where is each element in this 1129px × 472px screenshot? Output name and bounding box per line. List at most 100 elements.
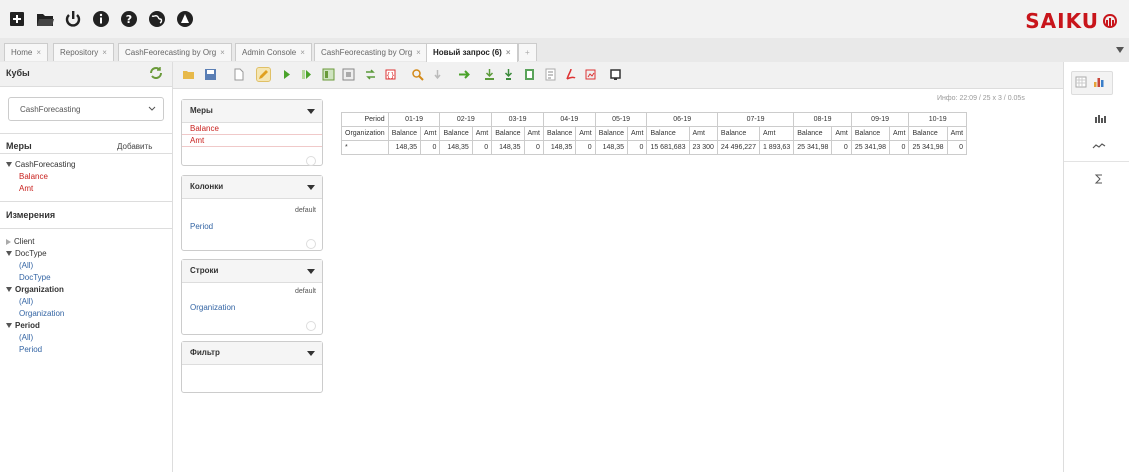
columns-panel-header[interactable]: Колонки <box>182 176 322 199</box>
column-chart-icon[interactable] <box>1094 113 1106 123</box>
open-query-icon[interactable] <box>182 68 195 81</box>
open-folder-icon[interactable] <box>36 10 54 28</box>
sigma-icon[interactable] <box>1094 174 1104 184</box>
amt-cell[interactable]: 0 <box>626 140 648 155</box>
chevron-down-icon[interactable] <box>148 106 156 112</box>
measure-header-cell[interactable]: Balance <box>387 126 422 141</box>
power-icon[interactable] <box>64 10 82 28</box>
rows-default-label[interactable]: default <box>295 288 316 295</box>
dimension-doctype[interactable]: DocType <box>6 249 47 258</box>
balance-cell[interactable]: 148,35 <box>542 140 577 155</box>
row-member-cell[interactable]: * <box>341 140 389 155</box>
auto-run-icon[interactable] <box>300 68 313 81</box>
tab-admin-console[interactable]: Admin Console × <box>235 43 312 61</box>
tab-cashforecasting-2[interactable]: CashFeorecasting by Org × <box>314 43 428 61</box>
tab-repository[interactable]: Repository × <box>53 43 114 61</box>
close-icon[interactable]: × <box>36 48 41 57</box>
columns-panel[interactable]: Колонки default Period <box>181 175 323 251</box>
close-icon[interactable]: × <box>220 48 225 57</box>
amt-cell[interactable]: 0 <box>471 140 493 155</box>
measure-header-cell[interactable]: Amt <box>419 126 441 141</box>
chevron-down-icon[interactable] <box>307 185 315 190</box>
chevron-down-icon[interactable] <box>307 351 315 356</box>
measure-header-cell[interactable]: Amt <box>831 126 852 141</box>
amt-cell[interactable]: 0 <box>946 140 968 155</box>
period-header-cell[interactable]: 04-19 <box>542 112 596 127</box>
dimension-client[interactable]: Client <box>6 237 34 246</box>
measure-header-cell[interactable]: Balance <box>908 126 948 141</box>
measure-header-cell[interactable]: Balance <box>716 126 760 141</box>
fullscreen-icon[interactable] <box>609 68 622 81</box>
export-csv-icon[interactable] <box>502 68 515 81</box>
measure-header-cell[interactable]: Amt <box>688 126 718 141</box>
chevron-down-icon[interactable] <box>307 269 315 274</box>
period-header-cell[interactable]: 06-19 <box>646 112 718 127</box>
amt-cell[interactable]: 0 <box>419 140 441 155</box>
non-empty-icon[interactable] <box>322 68 335 81</box>
measure-header-cell[interactable]: Balance <box>439 126 473 141</box>
zoom-icon[interactable] <box>411 68 424 81</box>
period-label-cell[interactable]: Period <box>341 112 389 127</box>
close-icon[interactable]: × <box>506 48 511 57</box>
edit-icon[interactable] <box>256 67 271 82</box>
balance-cell[interactable]: 25 341,98 <box>850 140 890 155</box>
drill-icon[interactable] <box>431 68 444 81</box>
help-icon[interactable]: ? <box>120 10 138 28</box>
dimension-period[interactable]: Period <box>6 321 40 330</box>
measure-header-cell[interactable]: Balance <box>646 126 690 141</box>
period-header-cell[interactable]: 03-19 <box>491 112 544 127</box>
export-png-icon[interactable] <box>584 68 597 81</box>
balance-cell[interactable]: 25 341,98 <box>793 140 833 155</box>
measure-balance[interactable]: Balance <box>19 172 48 181</box>
measure-header-cell[interactable]: Amt <box>626 126 648 141</box>
rows-field-organization[interactable]: Organization <box>190 303 235 312</box>
level-period[interactable]: Period <box>19 345 42 354</box>
new-query-icon[interactable] <box>8 10 26 28</box>
swap-axis-icon[interactable] <box>364 68 377 81</box>
balance-cell[interactable]: 25 341,98 <box>908 140 948 155</box>
bar-chart-icon[interactable] <box>1093 76 1105 88</box>
globe-icon[interactable] <box>148 10 166 28</box>
close-icon[interactable]: × <box>416 48 421 57</box>
measure-header-cell[interactable]: Amt <box>523 126 544 141</box>
tab-home[interactable]: Home × <box>4 43 49 61</box>
info-icon[interactable] <box>92 10 110 28</box>
balance-cell[interactable]: 148,35 <box>439 140 473 155</box>
columns-default-label[interactable]: default <box>295 207 316 214</box>
level-doctype-all[interactable]: (All) <box>19 261 33 270</box>
export-xls-icon[interactable] <box>483 68 496 81</box>
measure-header-cell[interactable]: Balance <box>793 126 833 141</box>
tab-new-query[interactable]: Новый запрос (6) × <box>426 43 518 62</box>
amt-cell[interactable]: 23 300 <box>688 140 718 155</box>
chevron-down-icon[interactable] <box>307 109 315 114</box>
drillthrough-icon[interactable] <box>458 68 471 81</box>
save-icon[interactable] <box>204 68 217 81</box>
organization-label-cell[interactable]: Organization <box>341 126 389 141</box>
export-pdf-icon[interactable] <box>564 68 577 81</box>
measures-panel[interactable]: Меры Balance Amt <box>181 99 323 166</box>
measure-header-cell[interactable]: Amt <box>471 126 493 141</box>
panel-measure-amt[interactable]: Amt <box>182 135 322 147</box>
level-doctype[interactable]: DocType <box>19 273 51 282</box>
measure-header-cell[interactable]: Amt <box>946 126 968 141</box>
columns-field-period[interactable]: Period <box>190 222 213 231</box>
run-icon[interactable] <box>280 68 293 81</box>
level-period-all[interactable]: (All) <box>19 333 33 342</box>
period-header-cell[interactable]: 09-19 <box>850 112 910 127</box>
rows-panel-header[interactable]: Строки <box>182 260 322 283</box>
measure-header-cell[interactable]: Amt <box>888 126 910 141</box>
rows-panel[interactable]: Строки default Organization <box>181 259 323 335</box>
measure-header-cell[interactable]: Amt <box>575 126 596 141</box>
filter-panel-header[interactable]: Фильтр <box>182 342 322 365</box>
balance-cell[interactable]: 148,35 <box>594 140 629 155</box>
export-excel-icon[interactable] <box>523 68 536 81</box>
amt-cell[interactable]: 0 <box>575 140 596 155</box>
period-header-cell[interactable]: 10-19 <box>908 112 968 127</box>
close-icon[interactable]: × <box>102 48 107 57</box>
new-document-icon[interactable] <box>232 68 245 81</box>
add-measure-link[interactable]: Добавить <box>117 142 152 151</box>
period-header-cell[interactable]: 07-19 <box>716 112 795 127</box>
cube-group[interactable]: CashForecasting <box>6 160 75 169</box>
export-pdf-text-icon[interactable] <box>544 68 557 81</box>
add-tab-button[interactable]: + <box>518 43 537 61</box>
